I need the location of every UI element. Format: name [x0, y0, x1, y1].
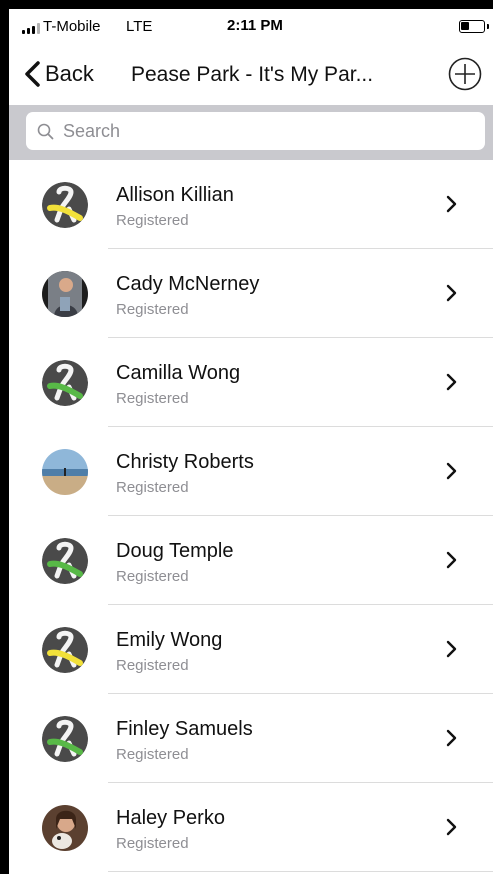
chevron-left-icon: [25, 61, 40, 87]
search-bar: [9, 105, 493, 160]
avatar-ribbon-green: [42, 716, 88, 762]
contact-list: Allison Killian Registered Cady McNerney…: [9, 160, 493, 872]
contact-status: Registered: [116, 479, 189, 496]
contact-name: Cady McNerney: [116, 273, 260, 295]
contact-row-2[interactable]: Cady McNerney Registered: [9, 249, 493, 338]
battery-tip: [487, 24, 489, 29]
contact-status: Registered: [116, 212, 189, 229]
chevron-right-icon: [446, 284, 457, 302]
network-type: LTE: [126, 18, 153, 35]
contact-row-8[interactable]: Haley Perko Registered: [9, 783, 493, 872]
navigation-bar: Back Pease Park - It's My Par...: [9, 47, 493, 105]
status-time: 2:11 PM: [227, 17, 283, 34]
contact-status: Registered: [116, 657, 189, 674]
chevron-right-icon: [446, 818, 457, 836]
chevron-right-icon: [446, 551, 457, 569]
back-button[interactable]: Back: [23, 60, 94, 88]
avatar-photo-woman: [42, 805, 88, 851]
contact-status: Registered: [116, 568, 189, 585]
contact-name: Finley Samuels: [116, 718, 253, 740]
contact-name: Christy Roberts: [116, 451, 254, 473]
add-icon[interactable]: [448, 57, 482, 91]
contact-status: Registered: [116, 746, 189, 763]
page-title: Pease Park - It's My Par...: [131, 63, 374, 86]
contact-status: Registered: [116, 835, 189, 852]
contact-name: Camilla Wong: [116, 362, 241, 384]
avatar-photo-person: [42, 271, 88, 317]
contact-status: Registered: [116, 390, 189, 407]
back-button-label: Back: [45, 61, 94, 86]
contact-name: Allison Killian: [116, 184, 234, 206]
contact-name: Haley Perko: [116, 807, 225, 829]
contact-row-4[interactable]: Christy Roberts Registered: [9, 427, 493, 516]
chevron-right-icon: [446, 373, 457, 391]
contact-name: Emily Wong: [116, 629, 223, 651]
battery-icon: [459, 20, 485, 33]
app-screen: T-Mobile LTE 2:11 PM Back Pease Park - I…: [9, 9, 493, 874]
avatar-ribbon-green: [42, 538, 88, 584]
avatar-ribbon-yellow: [42, 627, 88, 673]
signal-strength-icon: [22, 23, 40, 34]
search-field[interactable]: [26, 112, 485, 150]
avatar-ribbon-yellow: [42, 182, 88, 228]
contact-row-7[interactable]: Finley Samuels Registered: [9, 694, 493, 783]
search-input[interactable]: [63, 120, 463, 142]
avatar-photo-beach: [42, 449, 88, 495]
contact-name: Doug Temple: [116, 540, 234, 562]
chevron-right-icon: [446, 462, 457, 480]
search-icon: [37, 123, 54, 139]
chevron-right-icon: [446, 195, 457, 213]
carrier-name: T-Mobile: [43, 18, 101, 35]
avatar-ribbon-green: [42, 360, 88, 406]
chevron-right-icon: [446, 640, 457, 658]
contact-row-5[interactable]: Doug Temple Registered: [9, 516, 493, 605]
status-bar: T-Mobile LTE 2:11 PM: [9, 9, 493, 47]
contact-row-6[interactable]: Emily Wong Registered: [9, 605, 493, 694]
chevron-right-icon: [446, 729, 457, 747]
contact-row-1[interactable]: Allison Killian Registered: [9, 160, 493, 249]
contact-status: Registered: [116, 301, 189, 318]
contact-row-3[interactable]: Camilla Wong Registered: [9, 338, 493, 427]
